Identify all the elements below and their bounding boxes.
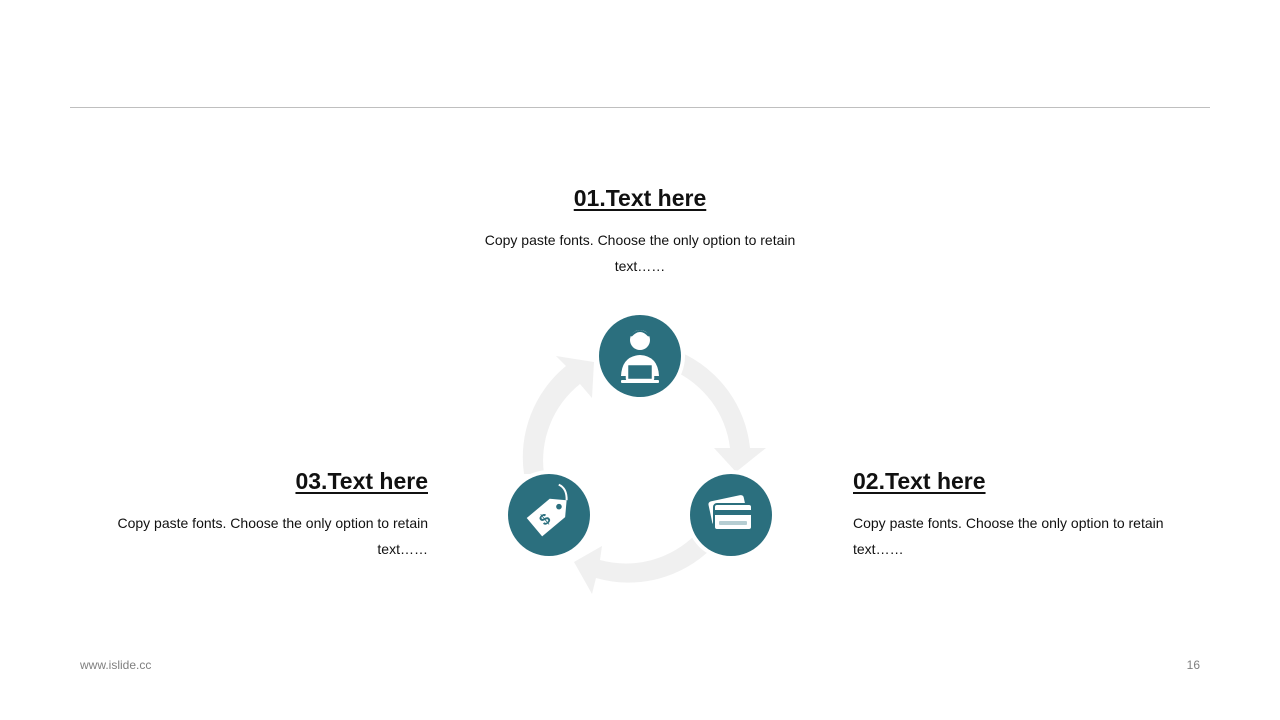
item-body-01: Copy paste fonts. Choose the only option… [470,227,810,279]
cycle-arrow-right-to-left [574,534,712,594]
item-title-02: 02.Text here [853,468,986,494]
node-02 [686,470,776,560]
item-block-01: 01.Text here Copy paste fonts. Choose th… [470,183,810,279]
item-block-03: 03.Text here Copy paste fonts. Choose th… [88,466,428,562]
node-03: $ [504,470,594,560]
top-divider [70,107,1210,108]
item-body-02-line2: text…… [853,541,904,557]
item-body-03-line2: text…… [377,541,428,557]
item-body-03: Copy paste fonts. Choose the only option… [88,510,428,562]
cycle-arrow-top-to-right [672,352,766,472]
node-01 [595,311,685,401]
item-body-03-line1: Copy paste fonts. Choose the only option… [117,515,428,531]
item-block-02: 02.Text here Copy paste fonts. Choose th… [853,466,1193,562]
item-body-01-line1: Copy paste fonts. Choose the only option… [484,232,796,248]
footer-page-number: 16 [1186,658,1200,672]
item-body-02: Copy paste fonts. Choose the only option… [853,510,1193,562]
cycle-diagram: $ [490,300,790,600]
item-body-02-line1: Copy paste fonts. Choose the only option… [853,515,1164,531]
cycle-arrow-left-to-top [522,356,594,474]
item-body-01-line2: text…… [614,258,666,274]
cycle-diagram-svg: $ [504,311,776,594]
footer-website: www.islide.cc [80,658,152,672]
item-title-01: 01.Text here [573,185,707,211]
item-title-03: 03.Text here [295,468,428,494]
